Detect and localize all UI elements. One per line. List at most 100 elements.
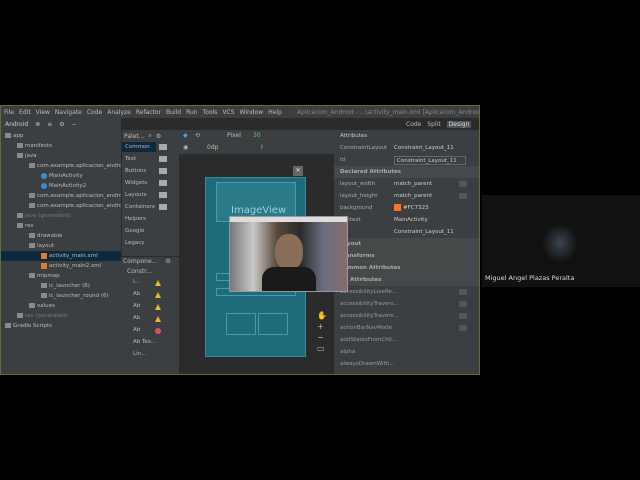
component-item[interactable]: I... [121,277,179,289]
tree-item[interactable]: res (generated) [1,311,68,321]
webcam-overlay[interactable] [229,216,348,292]
tree-item[interactable]: mipmap [1,271,60,281]
id-input[interactable]: Constraint_Layout_11 [394,156,466,165]
widget-icon[interactable] [159,180,167,186]
attribute-value[interactable]: #FC7323 [403,202,429,214]
widget-icon[interactable] [159,144,167,150]
eye-icon[interactable]: ◉ [183,144,188,151]
tab-design[interactable]: Design [446,120,472,128]
attribute-row[interactable]: accessibilityTravers... [334,310,479,322]
attribute-row[interactable]: alpha [334,346,479,358]
tab-split[interactable]: Split [427,121,440,128]
attribute-section[interactable]: Layout [334,238,479,250]
search-icon[interactable]: ⌕ [148,132,151,140]
widget-icon[interactable] [159,168,167,174]
tree-item[interactable]: app [1,131,23,141]
attribute-row[interactable]: layout_height match_parent [334,190,479,202]
widget-icon[interactable] [159,216,167,222]
menu-help[interactable]: Help [268,109,282,116]
attribute-row[interactable]: layout_width match_parent [334,178,479,190]
menu-edit[interactable]: Edit [19,109,31,116]
collapse-icon[interactable]: ≡ [47,121,52,128]
gear-icon[interactable]: ⚙ [59,121,64,128]
attribute-row[interactable]: context MainActivity [334,214,479,226]
tree-item[interactable]: res [1,221,33,231]
tree-item[interactable]: ic_launcher_round (6) [1,291,109,301]
menu-vcs[interactable]: VCS [222,109,234,116]
palette-category[interactable]: Widgets [125,178,159,188]
attribute-row[interactable]: accessibilityLiveRe... [334,286,479,298]
attribute-section[interactable]: Common Attributes [334,262,479,274]
gear-icon[interactable]: ⚙ [156,133,161,140]
widget-icon[interactable] [159,156,167,162]
attribute-value[interactable]: match_parent [394,190,432,202]
tree-item[interactable]: MainActivity [1,171,83,181]
palette-category[interactable]: Layouts [125,190,159,200]
tree-item[interactable]: com.example.aplicacion_andro [1,161,122,171]
tree-item[interactable]: layout [1,241,54,251]
tree-item[interactable]: java [1,151,37,161]
device-select[interactable]: Pixel [227,132,241,139]
attribute-row[interactable]: alwaysDrawnWith... [334,358,479,370]
component-item[interactable]: Lin... [121,349,179,361]
component-root[interactable]: Constr... [121,267,179,277]
attribute-row[interactable]: Constraint_Layout_11 [334,226,479,238]
tree-item[interactable]: ic_launcher (6) [1,281,90,291]
tree-item[interactable]: manifests [1,141,52,151]
tree-item[interactable]: values [1,301,55,311]
tree-item[interactable]: Gradle Scripts [1,321,52,331]
component-item[interactable]: Ab [121,289,179,301]
attribute-value[interactable]: MainActivity [394,214,428,226]
warnings-icon[interactable]: ✕ [293,166,303,176]
menu-navigate[interactable]: Navigate [55,109,82,116]
menu-tools[interactable]: Tools [203,109,218,116]
attribute-row[interactable]: background #FC7323 [334,202,479,214]
tree-item[interactable]: drawable [1,231,62,241]
menu-window[interactable]: Window [240,109,264,116]
attribute-row[interactable]: actionBarNavMode [334,322,479,334]
dropdown-icon[interactable] [459,193,467,199]
tree-item[interactable]: activity_main2.xml [1,261,101,271]
dropdown-icon[interactable] [459,301,467,307]
menu-file[interactable]: File [4,109,14,116]
palette-category[interactable]: Buttons [125,166,159,176]
widget-icon[interactable] [159,204,167,210]
palette-category[interactable]: Text [125,154,159,164]
tree-item[interactable]: java (generated) [1,211,71,221]
margin-field[interactable]: 0dp [207,144,218,151]
widget-icon[interactable] [159,240,167,246]
declared-attributes-header[interactable]: Declared Attributes [340,166,401,178]
api-select[interactable]: 30 [253,132,261,139]
menu-refactor[interactable]: Refactor [136,109,161,116]
tree-item[interactable]: com.example.aplicacion_andro [1,191,122,201]
target-icon[interactable]: ⊗ [35,121,40,128]
tree-item[interactable]: com.example.aplicacion_andro [1,201,122,211]
dropdown-icon[interactable] [459,325,467,331]
palette-category[interactable]: Legacy [125,238,159,248]
pan-icon[interactable]: ✋ [317,310,327,321]
menu-run[interactable]: Run [186,109,198,116]
menu-view[interactable]: View [36,109,50,116]
component-item[interactable]: Ab [121,325,179,337]
tree-item[interactable]: activity_main.xml [1,251,121,261]
attribute-section[interactable]: All Attributes [334,274,479,286]
minimize-icon[interactable]: − [72,121,77,128]
dropdown-icon[interactable] [459,289,467,295]
menu-analyze[interactable]: Analyze [107,109,131,116]
gear-icon[interactable]: ⚙ [165,258,170,265]
tree-item[interactable]: MainActivity2 [1,181,86,191]
dropdown-icon[interactable] [459,313,467,319]
fit-icon[interactable]: ▭ [317,343,327,354]
project-view-select[interactable]: Android [5,121,28,128]
menu-code[interactable]: Code [87,109,102,116]
zoom-in-icon[interactable]: + [317,321,327,332]
component-item[interactable]: Ab [121,301,179,313]
component-item[interactable]: Ab Tex... [121,337,179,349]
attribute-row[interactable]: addStatesFromChil... [334,334,479,346]
guidelines-icon[interactable]: I [261,144,263,151]
attribute-section[interactable]: Transforms [334,250,479,262]
dropdown-icon[interactable] [459,181,467,187]
attribute-value[interactable]: match_parent [394,178,432,190]
palette-category[interactable]: Common [122,142,156,152]
attribute-row[interactable]: accessibilityTravers... [334,298,479,310]
